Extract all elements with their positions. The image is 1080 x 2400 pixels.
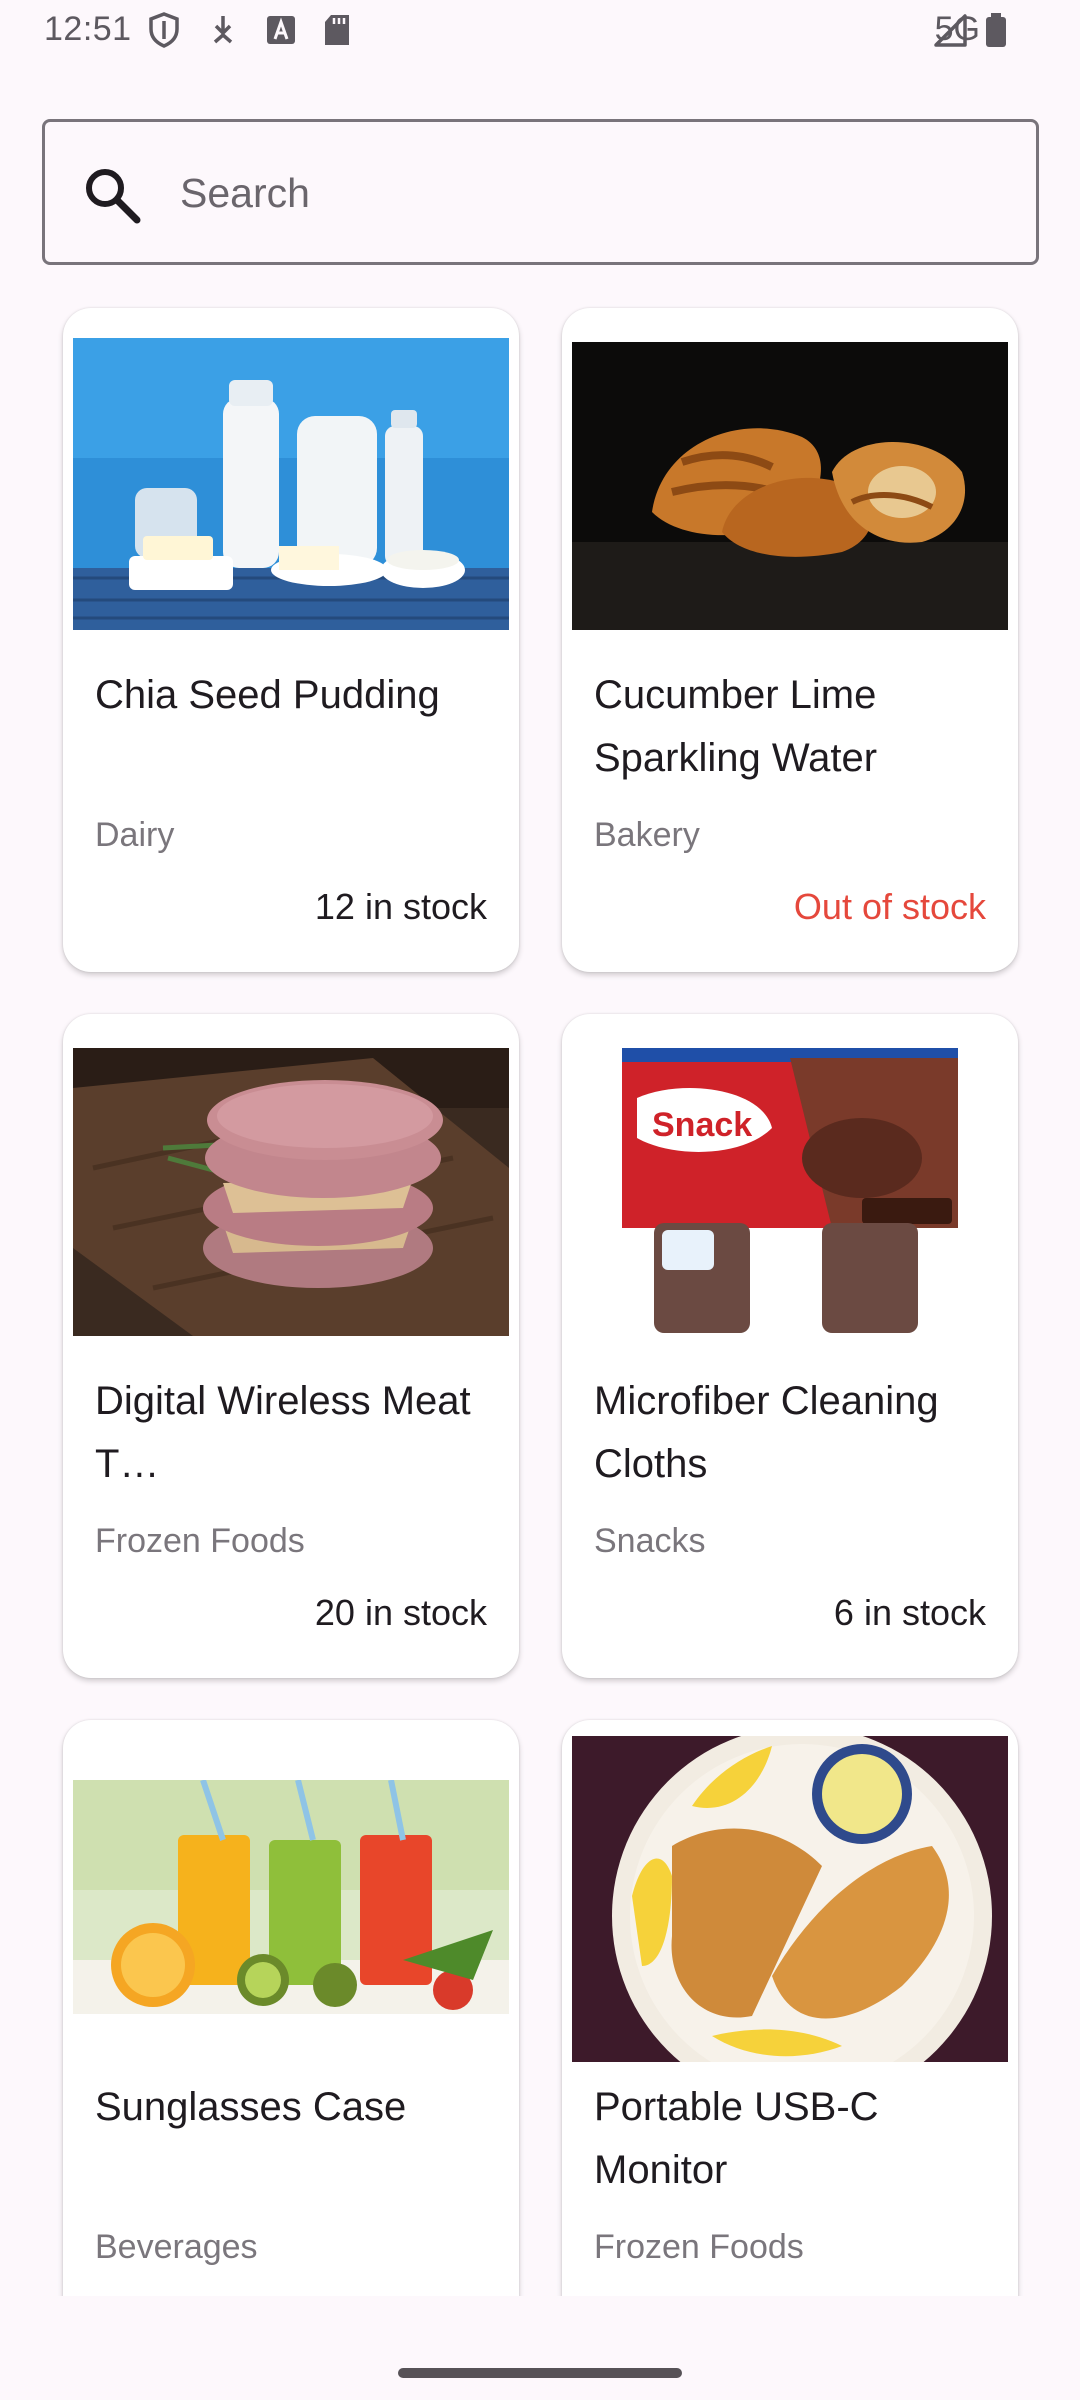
product-category: Frozen Foods	[95, 1522, 305, 1560]
product-title: Chia Seed Pudding	[95, 673, 440, 717]
a-icon	[267, 16, 295, 44]
product-image-croissants	[572, 342, 1008, 630]
product-image-patties	[73, 1048, 509, 1336]
battery-icon	[986, 13, 1006, 47]
product-title: Cucumber Lime Sparkling Water	[594, 673, 878, 780]
product-category: Dairy	[95, 816, 175, 854]
product-category: Snacks	[594, 1522, 706, 1560]
product-stock: 20 in stock	[314, 1592, 487, 1633]
product-image-fish	[572, 1736, 1008, 2062]
search-input[interactable]	[180, 152, 1000, 234]
navigation-bar	[0, 2296, 1080, 2400]
product-title: Digital Wireless Meat T…	[95, 1379, 471, 1486]
product-grid[interactable]: Chia Seed Pudding Dairy 12 in stock Cucu…	[0, 296, 1080, 2296]
search-icon	[86, 169, 141, 224]
sd-card-icon	[325, 15, 349, 45]
home-gesture-handle[interactable]	[398, 2368, 682, 2378]
product-stock: 6 in stock	[833, 1592, 986, 1633]
product-card[interactable]: Sunglasses Case Beverages	[63, 1720, 519, 2296]
product-category: Bakery	[594, 816, 700, 854]
product-image-snack-pack: Snack	[572, 1048, 1008, 1336]
status-bar: 12:51 5G	[0, 0, 1080, 62]
download-icon	[213, 16, 233, 44]
product-category: Beverages	[95, 2228, 258, 2266]
svg-text:Snack: Snack	[652, 1106, 752, 1144]
product-stock: Out of stock	[793, 886, 986, 927]
status-time: 12:51	[44, 10, 132, 48]
product-title: Portable USB-C Monitor	[594, 2085, 879, 2192]
product-card[interactable]: Chia Seed Pudding Dairy 12 in stock	[63, 308, 519, 972]
shield-icon	[149, 12, 179, 48]
product-stock: 12 in stock	[314, 886, 487, 927]
search-bar[interactable]	[42, 119, 1039, 265]
signal-icon	[934, 14, 967, 47]
product-image-dairy	[73, 338, 509, 630]
product-title: Sunglasses Case	[95, 2085, 407, 2129]
product-image-juices	[73, 1780, 509, 2014]
product-category: Frozen Foods	[594, 2228, 804, 2266]
product-title: Microfiber Cleaning Cloths	[594, 1379, 939, 1486]
product-card[interactable]: Cucumber Lime Sparkling Water Bakery Out…	[562, 308, 1018, 972]
product-card[interactable]: Snack Microfiber Cleaning Cloths Snacks …	[562, 1014, 1018, 1678]
product-card[interactable]: Digital Wireless Meat T… Frozen Foods 20…	[63, 1014, 519, 1678]
product-card[interactable]: Portable USB-C Monitor Frozen Foods	[562, 1720, 1018, 2296]
